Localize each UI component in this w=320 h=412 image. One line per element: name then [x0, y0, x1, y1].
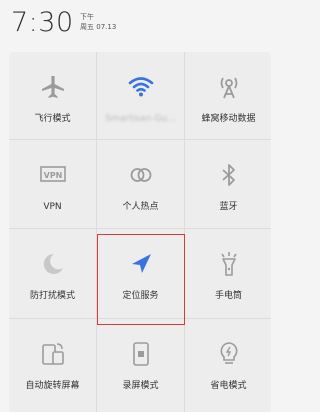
hotspot-icon [127, 161, 155, 189]
tile-bluetooth[interactable]: 蓝牙 [185, 140, 271, 227]
tile-label: 个人热点 [122, 202, 159, 212]
cellular-icon [215, 73, 243, 101]
clock-date: 07.13 [96, 23, 117, 31]
tile-wifi[interactable]: Smartisan-Gu... [97, 52, 184, 139]
moon-icon [39, 250, 67, 278]
tile-vpn[interactable]: VPN VPN [9, 140, 96, 227]
tile-label: 飞行模式 [34, 114, 71, 124]
status-bar: 7:30 下午 周五 07.13 [0, 0, 281, 44]
clock-period: 下午 [80, 13, 94, 21]
tile-label: Smartisan-Gu... [105, 114, 176, 124]
rotate-icon [39, 340, 67, 368]
tile-label: 蜂窝移动数据 [201, 114, 256, 124]
tile-label: 手电筒 [214, 291, 242, 301]
tile-label: 定位服务 [122, 291, 159, 301]
tile-label: 蓝牙 [219, 202, 238, 212]
tile-do-not-disturb[interactable]: 防打扰模式 [9, 229, 96, 316]
tile-location-services[interactable]: 定位服务 [97, 229, 184, 316]
tile-label: 省电模式 [210, 381, 247, 391]
control-center-panel: 飞行模式 Smartisan-Gu... 蜂窝移动数据 VPN VPN 个人热点… [9, 52, 271, 412]
wifi-icon [127, 73, 155, 101]
tile-auto-rotate[interactable]: 自动旋转屏幕 [9, 319, 96, 406]
tile-cellular-data[interactable]: 蜂窝移动数据 [185, 52, 271, 139]
tile-label: 自动旋转屏幕 [25, 381, 80, 391]
clock-weekday: 周五 [80, 23, 94, 31]
tile-label: 防打扰模式 [29, 291, 75, 301]
tile-screen-record[interactable]: 录屏模式 [97, 319, 184, 406]
power-saving-icon [215, 340, 243, 368]
tile-flashlight[interactable]: 手电筒 [185, 229, 271, 316]
location-icon [127, 250, 155, 278]
clock-time: 7:30 [11, 7, 74, 38]
tile-power-saving[interactable]: 省电模式 [185, 319, 271, 406]
airplane-icon [39, 73, 67, 101]
tile-airplane-mode[interactable]: 飞行模式 [9, 52, 96, 139]
vpn-icon: VPN [39, 161, 67, 189]
tile-label: 录屏模式 [122, 381, 159, 391]
flashlight-icon [215, 250, 243, 278]
svg-text:VPN: VPN [43, 171, 62, 180]
bluetooth-icon [215, 161, 243, 189]
tile-hotspot[interactable]: 个人热点 [97, 140, 184, 227]
screen-record-icon [127, 340, 155, 368]
tile-label: VPN [43, 202, 62, 212]
clock-meta: 下午 周五 07.13 [80, 12, 116, 32]
